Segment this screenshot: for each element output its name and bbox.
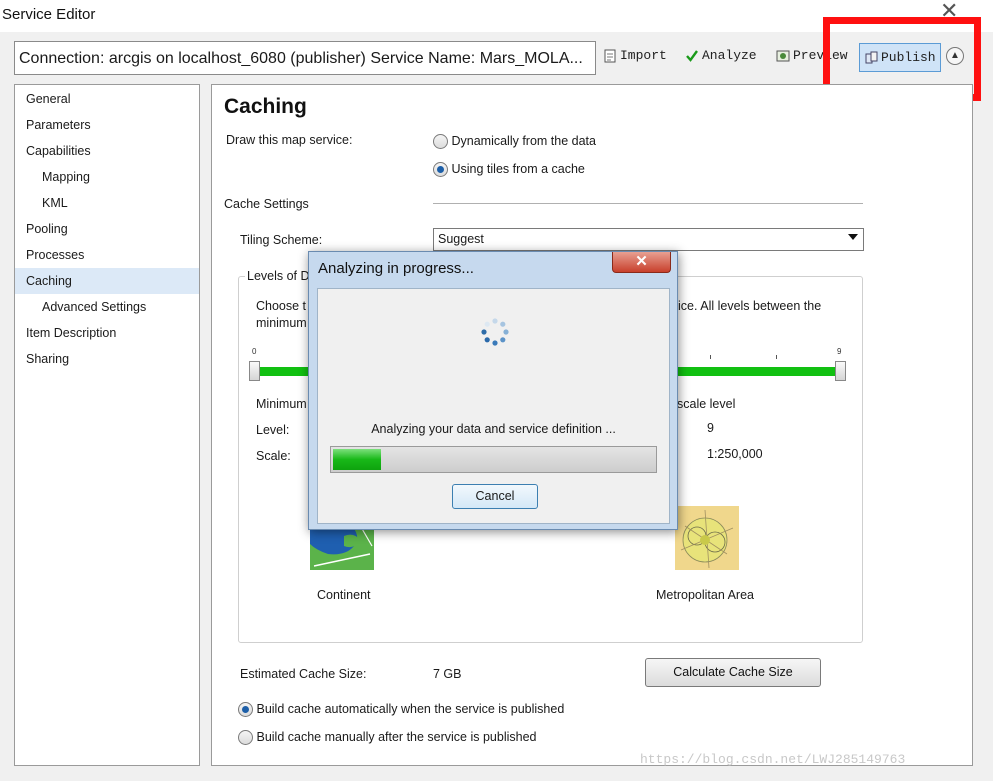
- connection-info: Connection: arcgis on localhost_6080 (pu…: [14, 41, 596, 75]
- dialog-body: Analyzing your data and service definiti…: [317, 288, 670, 524]
- import-icon: [604, 49, 616, 62]
- page-title: Caching: [224, 95, 307, 118]
- radio-build-manual[interactable]: [238, 730, 253, 746]
- sidebar-item-capabilities[interactable]: Capabilities: [15, 138, 199, 164]
- watermark-text: https://blog.csdn.net/LWJ285149763: [640, 752, 906, 767]
- window-title: Service Editor: [2, 6, 96, 23]
- tick-min: 0: [252, 347, 257, 356]
- build-manual-option[interactable]: Build cache manually after the service i…: [238, 730, 537, 746]
- progress-fill: [333, 449, 382, 470]
- sidebar-nav: General Parameters Capabilities Mapping …: [14, 84, 200, 766]
- analyze-button[interactable]: Analyze: [685, 48, 757, 63]
- sidebar-item-mapping[interactable]: Mapping: [15, 164, 199, 190]
- import-button[interactable]: Import: [603, 48, 667, 63]
- tiling-scheme-select[interactable]: Suggest: [433, 228, 864, 251]
- dialog-title: Analyzing in progress...: [318, 260, 474, 277]
- levels-legend: Levels of D: [245, 269, 312, 283]
- metropolitan-map-image: [675, 506, 739, 570]
- sidebar-item-caching[interactable]: Caching: [15, 268, 199, 294]
- draw-dynamic-option[interactable]: Dynamically from the data: [433, 134, 596, 150]
- close-icon: ✕: [635, 253, 648, 270]
- tiling-scheme-value: Suggest: [438, 232, 484, 246]
- build-auto-option[interactable]: Build cache automatically when the servi…: [238, 702, 565, 718]
- sidebar-item-processes[interactable]: Processes: [15, 242, 199, 268]
- checkmark-icon: [686, 49, 698, 62]
- sidebar-item-kml[interactable]: KML: [15, 190, 199, 216]
- draw-dynamic-label: Dynamically from the data: [451, 134, 596, 148]
- chevron-down-icon: [848, 234, 858, 240]
- tick-mark: [710, 355, 711, 359]
- tick-mark: [776, 355, 777, 359]
- sidebar-item-advanced-settings[interactable]: Advanced Settings: [15, 294, 199, 320]
- maximum-scale-label: scale level: [677, 397, 736, 411]
- dialog-message: Analyzing your data and service definiti…: [371, 422, 616, 436]
- slider-thumb-max[interactable]: [835, 361, 846, 381]
- build-manual-label: Build cache manually after the service i…: [256, 730, 537, 744]
- sidebar-item-sharing[interactable]: Sharing: [15, 346, 199, 372]
- sidebar-item-parameters[interactable]: Parameters: [15, 112, 199, 138]
- minimum-scale-label: Minimum: [256, 397, 307, 411]
- section-divider: [433, 203, 863, 204]
- preview-icon: [776, 50, 790, 61]
- calculate-cache-size-button[interactable]: Calculate Cache Size: [645, 658, 821, 687]
- progress-bar: [330, 446, 657, 473]
- dialog-close-button[interactable]: ✕: [612, 252, 671, 273]
- continent-label: Continent: [317, 588, 371, 602]
- choose-text-left: Choose t: [256, 299, 307, 313]
- metropolitan-label: Metropolitan Area: [656, 588, 754, 602]
- choose-text-left-2: minimum: [256, 316, 307, 330]
- tiling-scheme-label: Tiling Scheme:: [240, 233, 323, 247]
- max-scale-value: 1:250,000: [707, 447, 763, 461]
- radio-dynamic[interactable]: [433, 134, 448, 150]
- estimated-cache-value: 7 GB: [433, 667, 462, 681]
- build-auto-label: Build cache automatically when the servi…: [256, 702, 565, 716]
- slider-thumb-min[interactable]: [249, 361, 260, 381]
- draw-tiles-label: Using tiles from a cache: [451, 162, 585, 176]
- sidebar-item-pooling[interactable]: Pooling: [15, 216, 199, 242]
- scale-label: Scale:: [256, 449, 291, 463]
- tick-max: 9: [837, 347, 842, 356]
- import-label: Import: [620, 48, 667, 63]
- estimated-cache-label: Estimated Cache Size:: [240, 667, 367, 681]
- analyze-label: Analyze: [702, 48, 757, 63]
- cache-settings-heading: Cache Settings: [224, 197, 309, 211]
- loading-spinner-icon: [481, 318, 509, 346]
- radio-tiles[interactable]: [433, 162, 448, 178]
- radio-build-auto[interactable]: [238, 702, 253, 718]
- draw-tiles-option[interactable]: Using tiles from a cache: [433, 162, 585, 178]
- sidebar-item-item-description[interactable]: Item Description: [15, 320, 199, 346]
- service-editor-window: Service Editor ✕ Connection: arcgis on l…: [0, 0, 993, 781]
- choose-text-right: ice. All levels between the: [678, 299, 822, 313]
- max-level-value: 9: [707, 421, 714, 435]
- sidebar-item-general[interactable]: General: [15, 86, 199, 112]
- analyzing-dialog: Analyzing in progress... ✕ Analyzing you…: [308, 251, 678, 530]
- draw-service-label: Draw this map service:: [226, 133, 353, 147]
- cancel-button[interactable]: Cancel: [452, 484, 538, 509]
- level-label: Level:: [256, 423, 290, 437]
